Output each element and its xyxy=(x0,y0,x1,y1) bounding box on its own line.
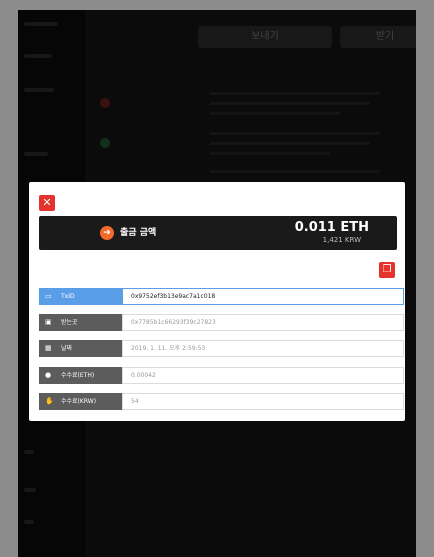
row-label: ▦ 날짜 xyxy=(39,340,122,357)
row-label: ▭ TxID xyxy=(39,288,122,305)
copy-button[interactable]: ❐ xyxy=(379,262,395,278)
calendar-icon: ▦ xyxy=(45,344,52,352)
detail-row-fee-krw: ✋ 수수료(KRW) 54 xyxy=(39,393,404,410)
fee-krw-field[interactable]: 54 xyxy=(122,393,404,410)
amount-krw: 1,421 KRW xyxy=(322,236,361,244)
date-field[interactable]: 2019. 1. 11. 오후 2:59:53 xyxy=(122,340,404,357)
amount-label: 출금 금액 xyxy=(120,228,157,238)
fee-eth-field[interactable]: 0.00042 xyxy=(122,367,404,384)
detail-row-fee-eth: ● 수수료(ETH) 0.00042 xyxy=(39,367,404,384)
arrow-right-icon: ➜ xyxy=(100,226,114,240)
detail-row-date: ▦ 날짜 2019. 1. 11. 오후 2:59:53 xyxy=(39,340,404,357)
row-label-text: TxID xyxy=(61,293,75,300)
row-label: ✋ 수수료(KRW) xyxy=(39,393,122,410)
txid-field[interactable]: 0x9752ef3b13e9ac7a1c018 xyxy=(122,288,404,305)
close-icon: ✕ xyxy=(42,196,52,209)
copy-icon: ❐ xyxy=(382,264,392,275)
hand-coin-icon: ✋ xyxy=(45,397,54,405)
wallet-icon: ▣ xyxy=(45,318,52,326)
recipient-field[interactable]: 0x7785b1c66293f39c27823 xyxy=(122,314,404,331)
hash-icon: ▭ xyxy=(45,292,52,300)
detail-row-txid: ▭ TxID 0x9752ef3b13e9ac7a1c018 xyxy=(39,288,404,305)
detail-row-recipient: ▣ 받는곳 0x7785b1c66293f39c27823 xyxy=(39,314,404,331)
row-label-text: 날짜 xyxy=(61,345,73,352)
row-label: ● 수수료(ETH) xyxy=(39,367,122,384)
amount-bar: ➜ 출금 금액 0.011 ETH 1,421 KRW xyxy=(39,216,397,250)
row-label-text: 수수료(KRW) xyxy=(61,398,97,405)
amount-eth: 0.011 ETH xyxy=(294,220,369,235)
row-label: ▣ 받는곳 xyxy=(39,314,122,331)
withdrawal-detail-modal: ✕ ➜ 출금 금액 0.011 ETH 1,421 KRW ❐ ▭ TxID 0… xyxy=(29,182,405,421)
coin-icon: ● xyxy=(45,371,52,379)
row-label-text: 받는곳 xyxy=(61,319,78,326)
close-button[interactable]: ✕ xyxy=(39,195,55,211)
row-label-text: 수수료(ETH) xyxy=(61,372,95,379)
